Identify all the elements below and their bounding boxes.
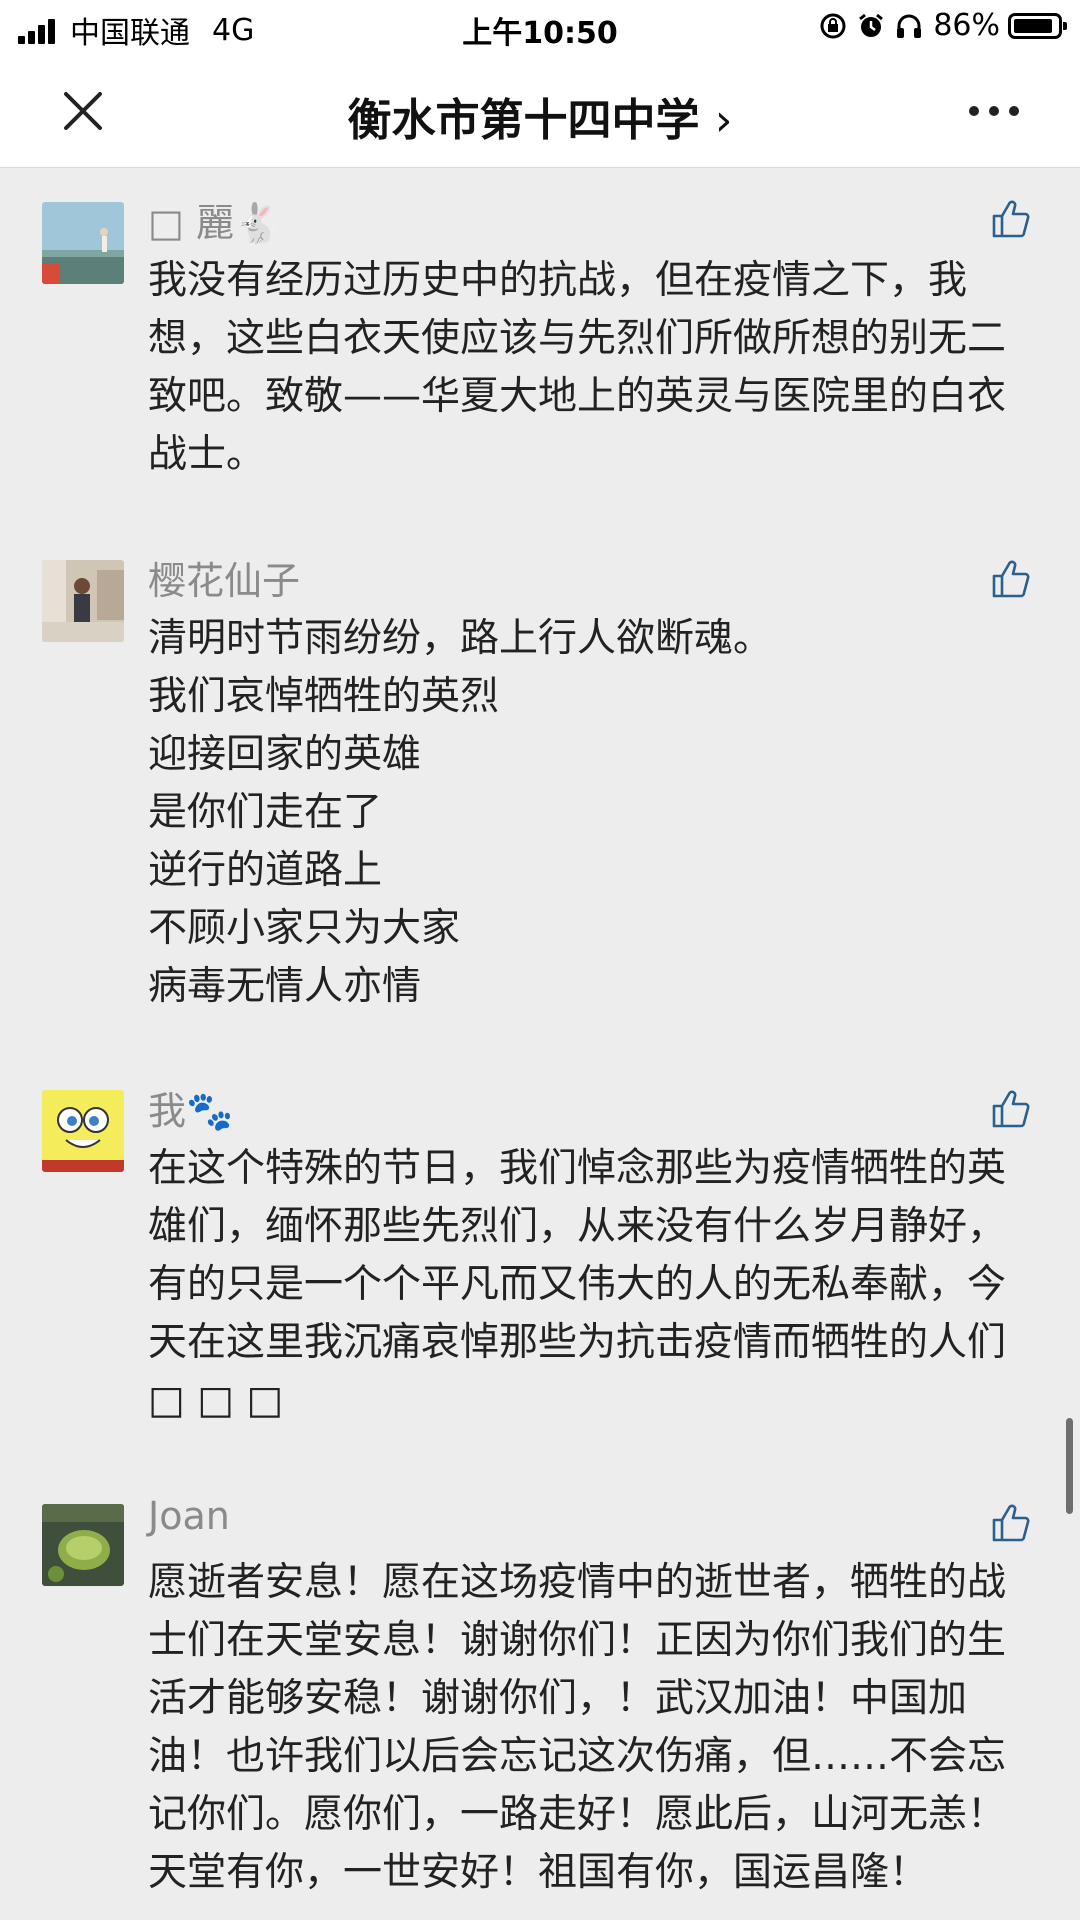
thumbs-up-icon[interactable] xyxy=(990,556,1034,600)
status-right: 86% xyxy=(809,8,1067,43)
page-title[interactable]: 衡水市第十四中学 › xyxy=(0,84,1080,148)
comment-author[interactable]: □ 麗🐇 xyxy=(148,192,281,247)
headphones-icon xyxy=(897,14,922,38)
avatar[interactable] xyxy=(42,1090,124,1172)
thumbs-up-icon[interactable] xyxy=(990,196,1034,240)
comment-text: 清明时节雨纷纷，路上行人欲断魂。 我们哀悼牺牲的英烈 迎接回家的英雄 是你们走在… xyxy=(148,616,773,1009)
page-title-text: 衡水市第十四中学 xyxy=(347,95,700,146)
avatar[interactable] xyxy=(42,560,124,642)
alarm-icon xyxy=(859,13,884,37)
nav-bar: 衡水市第十四中学 › xyxy=(0,54,1080,168)
thumbs-up-icon[interactable] xyxy=(990,1086,1034,1130)
comment-author[interactable]: 我🐾 xyxy=(148,1080,233,1135)
thumbs-up-icon[interactable] xyxy=(990,1500,1034,1544)
scrollbar-thumb[interactable] xyxy=(1066,1418,1073,1514)
comment-text: 我没有经历过历史中的抗战，但在疫情之下，我想，这些白衣天使应该与先烈们所做所想的… xyxy=(148,258,1007,477)
comment-text: 在这个特殊的节日，我们悼念那些为疫情牺牲的英雄们，缅怀那些先烈们，从来没有什么岁… xyxy=(148,1146,1007,1423)
battery-percent: 86% xyxy=(933,8,1000,43)
comment-author[interactable]: Joan xyxy=(148,1494,230,1538)
comment-text: 愿逝者安息！愿在这场疫情中的逝世者，牺牲的战士们在天堂安息！谢谢你们！正因为你们… xyxy=(148,1560,1007,1895)
status-bar: 中国联通 4G 上午10:50 86% xyxy=(0,0,1080,54)
rotation-lock-icon xyxy=(820,13,846,38)
battery-icon xyxy=(1008,12,1067,39)
chevron-right-icon: › xyxy=(714,95,733,146)
comment-author[interactable]: 樱花仙子 xyxy=(148,550,300,605)
more-icon[interactable] xyxy=(964,84,1024,138)
avatar[interactable] xyxy=(42,1504,124,1586)
avatar[interactable] xyxy=(42,202,124,284)
